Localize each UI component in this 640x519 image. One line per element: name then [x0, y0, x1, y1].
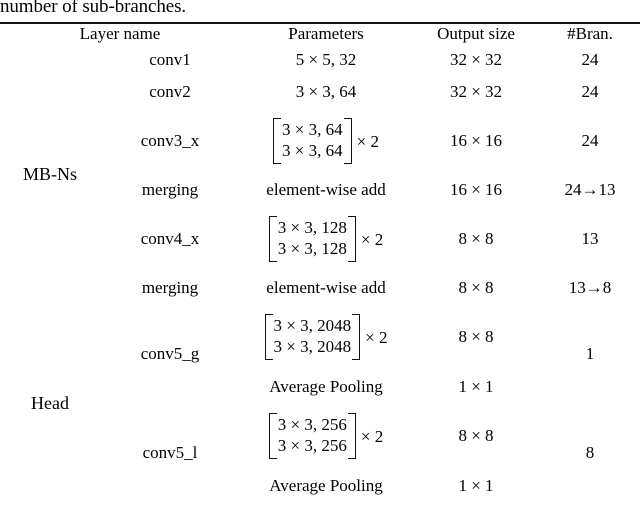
output-size-cell: 16 × 16	[449, 131, 503, 150]
parameters-cell: element-wise add	[266, 278, 386, 297]
header-branches: #Bran.	[567, 24, 613, 43]
table-page: number of sub-branches. Layer name Param…	[0, 0, 640, 519]
header-row: Layer name Parameters Output size #Bran.	[0, 23, 640, 44]
layer-name-cell: conv1	[149, 50, 191, 69]
matrix-row: 3 × 3, 2048	[273, 316, 352, 336]
table-header: Layer name Parameters Output size #Bran.	[0, 23, 640, 44]
matrix-row: 3 × 3, 256	[277, 436, 347, 455]
matrix-row: 3 × 3, 64	[282, 120, 343, 140]
output-size-cell: 8 × 8	[458, 327, 494, 346]
layer-name-cell: merging	[141, 278, 199, 297]
network-architecture-table: Layer name Parameters Output size #Bran.…	[0, 22, 640, 502]
output-size-cell: 16 × 16	[449, 180, 503, 199]
parameters-cell: 3 × 3, 64	[295, 82, 357, 101]
parameters-cell: 3 × 3, 128 3 × 3, 128 × 2	[240, 206, 412, 272]
branches-cell: 24	[581, 50, 599, 69]
header-output-size: Output size	[437, 24, 515, 43]
parameter-matrix: 3 × 3, 256 3 × 3, 256 × 2	[268, 413, 384, 460]
matrix-multiplier: × 2	[360, 426, 384, 446]
parameters-cell: Average Pooling	[269, 376, 383, 396]
matrix-multiplier: × 2	[360, 229, 384, 249]
header-parameters: Parameters	[288, 24, 364, 43]
layer-name-cell: conv3_x	[140, 131, 200, 150]
branches-cell: 24→13	[564, 180, 616, 199]
layer-name-cell: conv2	[149, 82, 191, 101]
table-row: Head conv5_g 3 × 3, 2048 3 × 3, 2048 × 2…	[0, 304, 640, 413]
matrix-bracket: 3 × 3, 256 3 × 3, 256	[268, 413, 356, 460]
parameter-matrix: 3 × 3, 64 3 × 3, 64 × 2	[273, 118, 379, 165]
branches-cell: 8	[585, 442, 595, 462]
matrix-bracket: 3 × 3, 2048 3 × 3, 2048	[264, 314, 361, 361]
group-label-mb-ns: MB-Ns	[22, 163, 77, 184]
layer-name-cell: conv5_g	[140, 343, 200, 363]
branches-cell: 13	[581, 229, 599, 248]
matrix-bracket: 3 × 3, 64 3 × 3, 64	[273, 118, 352, 165]
matrix-row: 3 × 3, 64	[282, 141, 343, 160]
parameters-cell: 3 × 3, 256 3 × 3, 256 × 2	[240, 403, 412, 469]
parameter-matrix: 3 × 3, 2048 3 × 3, 2048 × 2	[264, 314, 388, 361]
parameters-cell: 3 × 3, 64 3 × 3, 64 × 2	[240, 108, 412, 174]
layer-name-cell: conv4_x	[140, 229, 200, 248]
parameters-cell: element-wise add	[266, 180, 386, 199]
output-size-cell: 8 × 8	[458, 229, 494, 248]
output-size-cell: 8 × 8	[458, 426, 494, 445]
parameters-cell: 3 × 3, 2048 3 × 3, 2048 × 2	[240, 304, 412, 370]
parameter-matrix: 3 × 3, 128 3 × 3, 128 × 2	[268, 216, 384, 263]
branches-cell: 1	[585, 343, 595, 363]
caption-text: number of sub-branches.	[0, 0, 187, 17]
matrix-row: 3 × 3, 128	[277, 239, 347, 258]
matrix-multiplier: × 2	[356, 131, 379, 151]
matrix-row: 3 × 3, 128	[277, 218, 347, 238]
layer-name-cell: merging	[141, 180, 199, 199]
branches-cell: 13→8	[568, 278, 612, 297]
output-size-cell: 8 × 8	[458, 278, 494, 297]
output-size-cell: 1 × 1	[458, 475, 494, 495]
matrix-row: 3 × 3, 256	[277, 415, 347, 435]
parameters-cell: Average Pooling	[269, 475, 383, 495]
output-size-cell: 32 × 32	[449, 82, 503, 101]
layer-name-cell: conv5_l	[142, 442, 198, 462]
matrix-bracket: 3 × 3, 128 3 × 3, 128	[268, 216, 356, 263]
group-label-head: Head	[31, 392, 69, 413]
matrix-multiplier: × 2	[365, 327, 388, 347]
output-size-cell: 32 × 32	[449, 50, 503, 69]
table-row: MB-Ns conv1 5 × 5, 32 32 × 32 24	[0, 44, 640, 184]
parameters-cell: 5 × 5, 32	[295, 50, 357, 69]
branches-cell: 24	[581, 131, 599, 150]
output-size-cell: 1 × 1	[458, 376, 494, 396]
matrix-row: 3 × 3, 2048	[273, 337, 352, 356]
header-layer-name: Layer name	[79, 24, 161, 43]
table-body: MB-Ns conv1 5 × 5, 32 32 × 32 24 conv2 3…	[0, 44, 640, 502]
branches-cell: 24	[581, 82, 599, 101]
